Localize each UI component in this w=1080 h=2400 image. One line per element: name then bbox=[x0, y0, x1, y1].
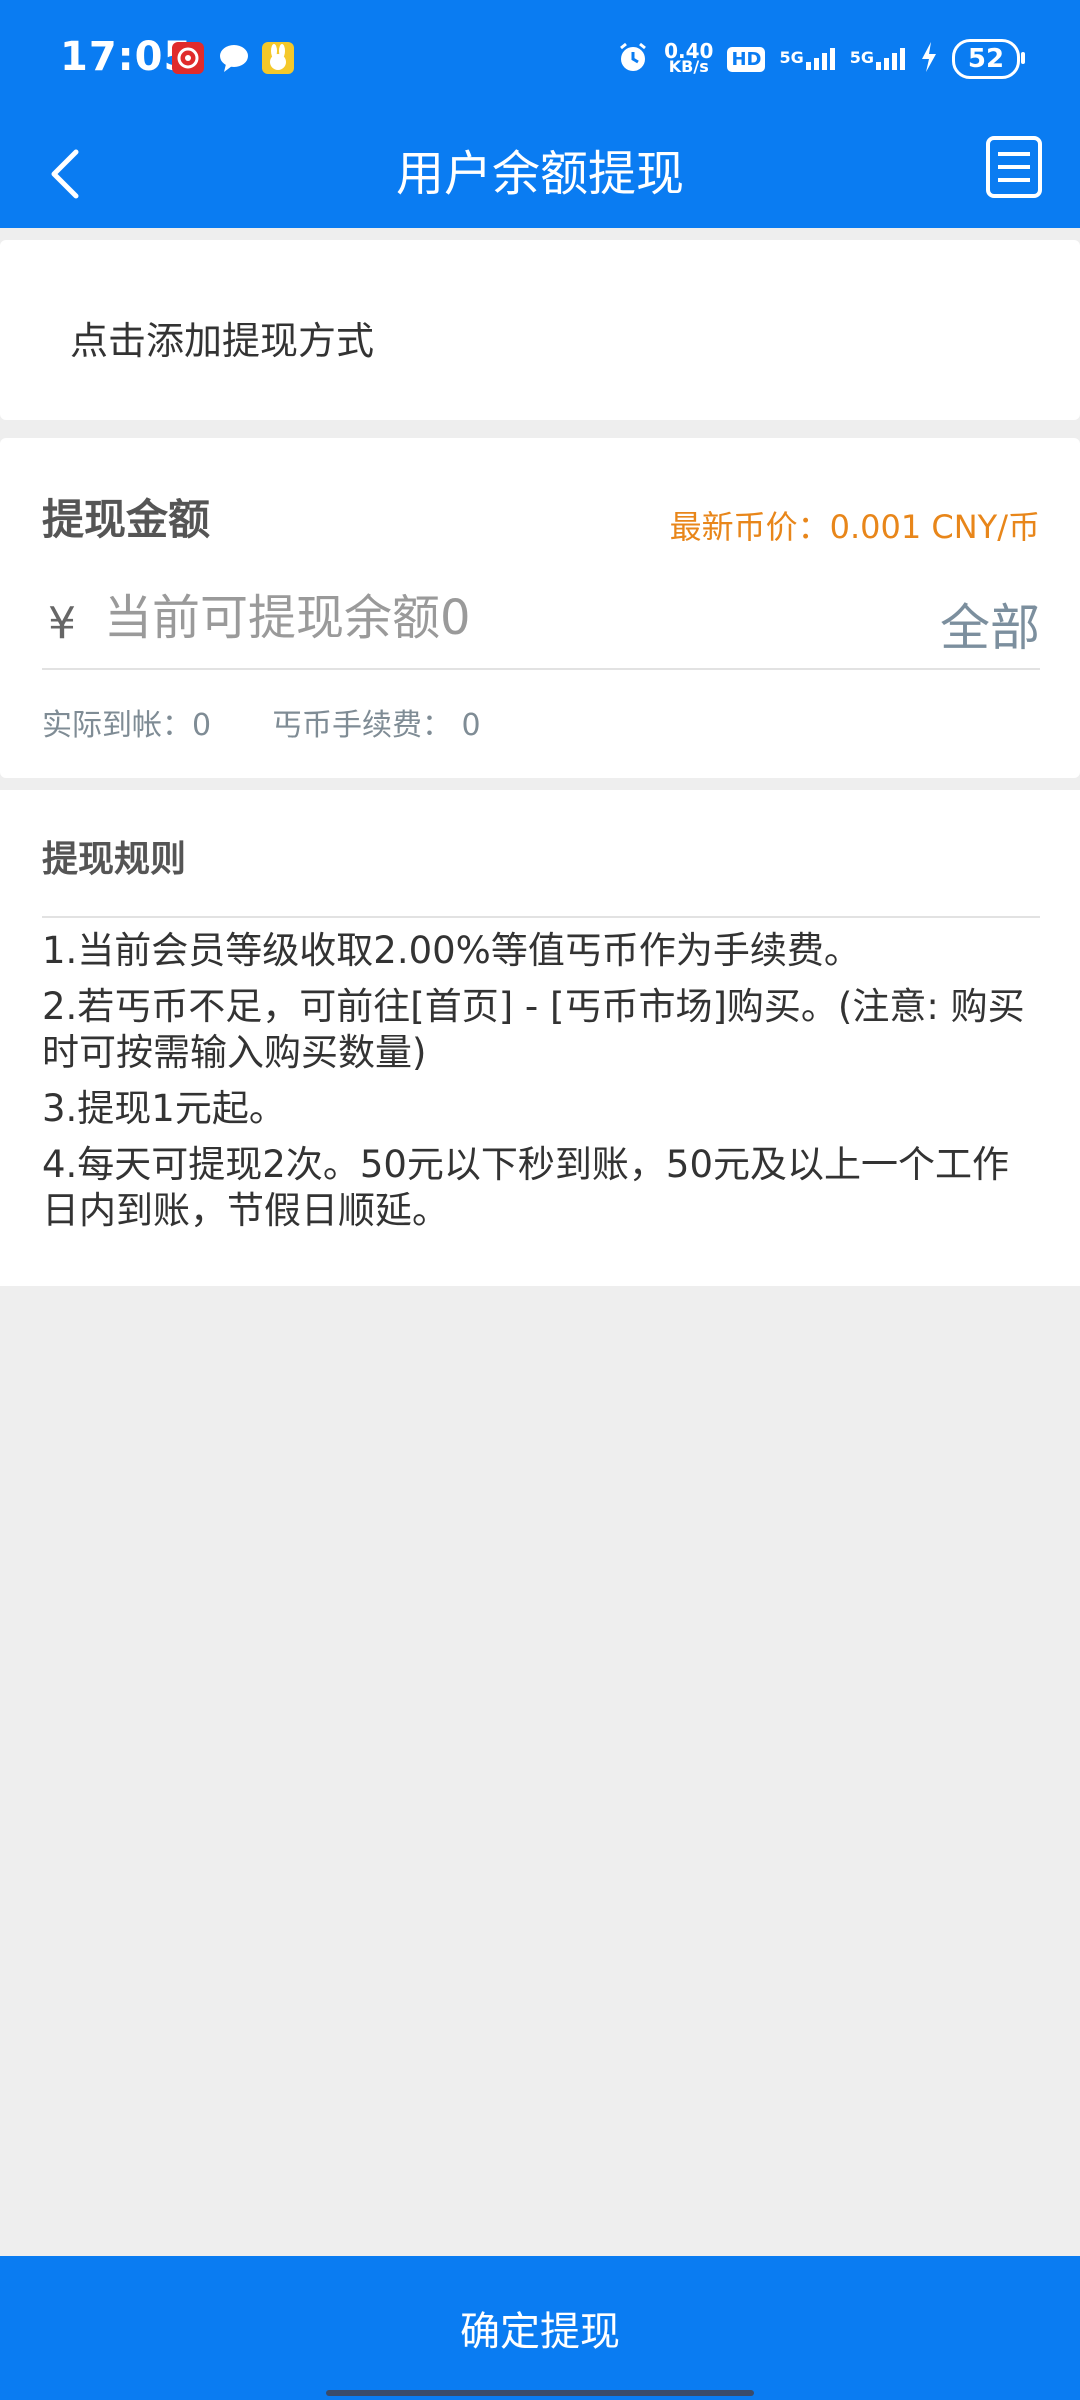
top-bar: 17:05 0.40 KB/s HD 5G 5G 52 用户余额提现 bbox=[0, 0, 1080, 228]
status-bar: 17:05 0.40 KB/s HD 5G 5G 52 bbox=[0, 0, 1080, 118]
confirm-withdraw-button[interactable]: 确定提现 bbox=[0, 2256, 1080, 2400]
coin-price: 最新币价：0.001 CNY/币 bbox=[669, 508, 1040, 546]
alarm-icon bbox=[616, 40, 650, 78]
rule-item: 1.当前会员等级收取2.00%等值丐币作为手续费。 bbox=[42, 929, 861, 972]
app-header: 用户余额提现 bbox=[0, 118, 1080, 228]
amount-card: 提现金额 最新币价：0.001 CNY/币 ¥ 全部 实际到帐：0 丐币手续费：… bbox=[0, 438, 1080, 778]
records-button[interactable] bbox=[984, 134, 1044, 200]
currency-symbol: ¥ bbox=[48, 598, 76, 649]
coin-fee: 丐币手续费： 0 bbox=[272, 708, 481, 743]
actual-receipt: 实际到帐：0 bbox=[42, 708, 212, 743]
withdraw-all-button[interactable]: 全部 bbox=[940, 588, 1040, 660]
rule-item: 3.提现1元起。 bbox=[42, 1087, 286, 1130]
withdraw-page: 17:05 0.40 KB/s HD 5G 5G 52 用户余额提现 点击添加提… bbox=[0, 0, 1080, 2400]
charging-icon bbox=[920, 42, 938, 76]
rules-list: 1.当前会员等级收取2.00%等值丐币作为手续费。 2.若丐币不足，可前往[首页… bbox=[42, 928, 1042, 1244]
signal-5g-icon: 5G bbox=[850, 48, 906, 70]
amount-title: 提现金额 bbox=[42, 495, 211, 544]
page-title: 用户余额提现 bbox=[395, 146, 684, 202]
app-rabbit-icon bbox=[262, 42, 294, 74]
battery-indicator: 52 bbox=[952, 39, 1025, 79]
rules-title: 提现规则 bbox=[42, 839, 187, 880]
rule-item: 4.每天可提现2次。50元以下秒到账，50元及以上一个工作日内到账，节假日顺延。 bbox=[42, 1143, 1010, 1232]
netease-music-icon bbox=[172, 42, 204, 74]
hd-icon: HD bbox=[727, 46, 766, 72]
list-document-icon bbox=[986, 136, 1042, 198]
divider bbox=[42, 916, 1040, 918]
battery-level: 52 bbox=[967, 44, 1005, 74]
rules-card: 提现规则 1.当前会员等级收取2.00%等值丐币作为手续费。 2.若丐币不足，可… bbox=[0, 790, 1080, 1286]
add-withdraw-method[interactable]: 点击添加提现方式 bbox=[0, 240, 1080, 420]
divider bbox=[42, 668, 1040, 670]
network-speed: 0.40 KB/s bbox=[664, 41, 713, 76]
signal1-label: 5G bbox=[779, 48, 804, 67]
amount-input[interactable] bbox=[104, 582, 864, 654]
rule-item: 2.若丐币不足，可前往[首页] - [丐币市场]购买。(注意: 购买时可按需输入… bbox=[42, 985, 1025, 1074]
chat-bubble-icon bbox=[218, 42, 250, 74]
signal2-label: 5G bbox=[849, 48, 874, 67]
hd-label: HD bbox=[727, 46, 766, 72]
signal-5g-icon: 5G bbox=[779, 48, 835, 70]
network-speed-unit: KB/s bbox=[668, 57, 709, 76]
status-right-icons: 0.40 KB/s HD 5G 5G 52 bbox=[616, 36, 1025, 82]
add-method-label: 点击添加提现方式 bbox=[70, 319, 375, 363]
home-indicator[interactable] bbox=[326, 2390, 754, 2396]
